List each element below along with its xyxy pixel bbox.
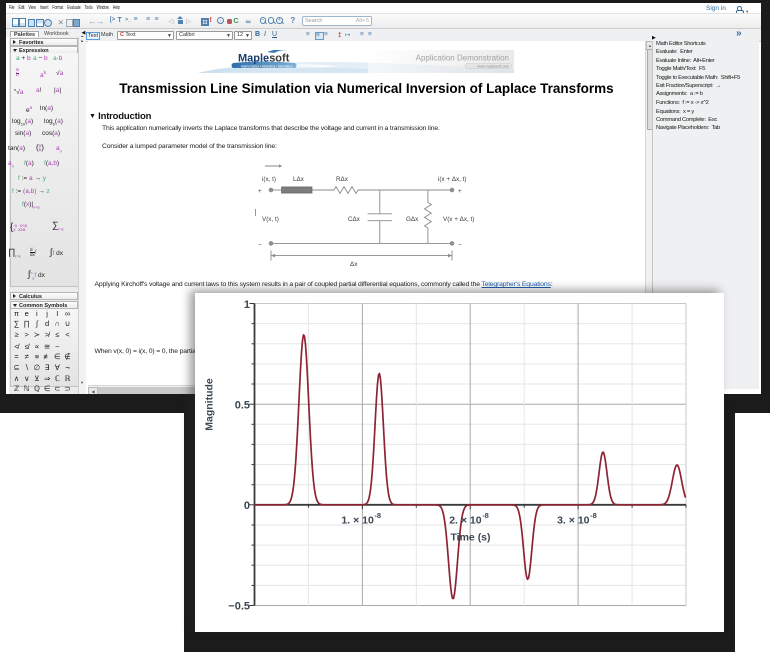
svg-text:Application Demonstration: Application Demonstration (416, 54, 509, 63)
svg-text:Magnitude: Magnitude (204, 378, 216, 431)
svg-text:CΔx: CΔx (348, 216, 361, 223)
svg-text:Δx: Δx (350, 261, 358, 268)
svg-text:V(x + Δx, t): V(x + Δx, t) (443, 216, 474, 223)
svg-text:+: + (258, 188, 262, 195)
svg-text:Time (s): Time (s) (450, 532, 490, 544)
svg-text:−: − (458, 242, 462, 249)
svg-text:3. × 10: 3. × 10 (557, 515, 590, 527)
svg-text:1. × 10: 1. × 10 (341, 515, 374, 527)
svg-text:RΔx: RΔx (336, 176, 349, 183)
svg-text:Maplesoft: Maplesoft (238, 53, 290, 65)
svg-text:0.5: 0.5 (235, 400, 250, 412)
svg-text:2. × 10: 2. × 10 (449, 515, 482, 527)
svg-text:V(x, t): V(x, t) (262, 216, 279, 223)
svg-text:1: 1 (244, 299, 250, 311)
svg-text:LΔx: LΔx (293, 176, 305, 183)
svg-text:-8: -8 (482, 511, 489, 520)
svg-text:-8: -8 (590, 511, 597, 520)
svg-text:i(x + Δx, t): i(x + Δx, t) (438, 176, 467, 183)
svg-text:−0.5: −0.5 (228, 601, 250, 613)
svg-text:GΔx: GΔx (406, 216, 419, 223)
svg-text:−: − (258, 242, 262, 249)
svg-text:www.maplesoft.com: www.maplesoft.com (477, 64, 509, 68)
svg-text:i(x, t): i(x, t) (262, 176, 276, 183)
svg-text:Mathematics • Modeling • Simul: Mathematics • Modeling • Simulation (241, 64, 293, 68)
svg-text:0: 0 (244, 500, 250, 512)
svg-text:-8: -8 (374, 511, 381, 520)
svg-text:+: + (458, 188, 462, 195)
